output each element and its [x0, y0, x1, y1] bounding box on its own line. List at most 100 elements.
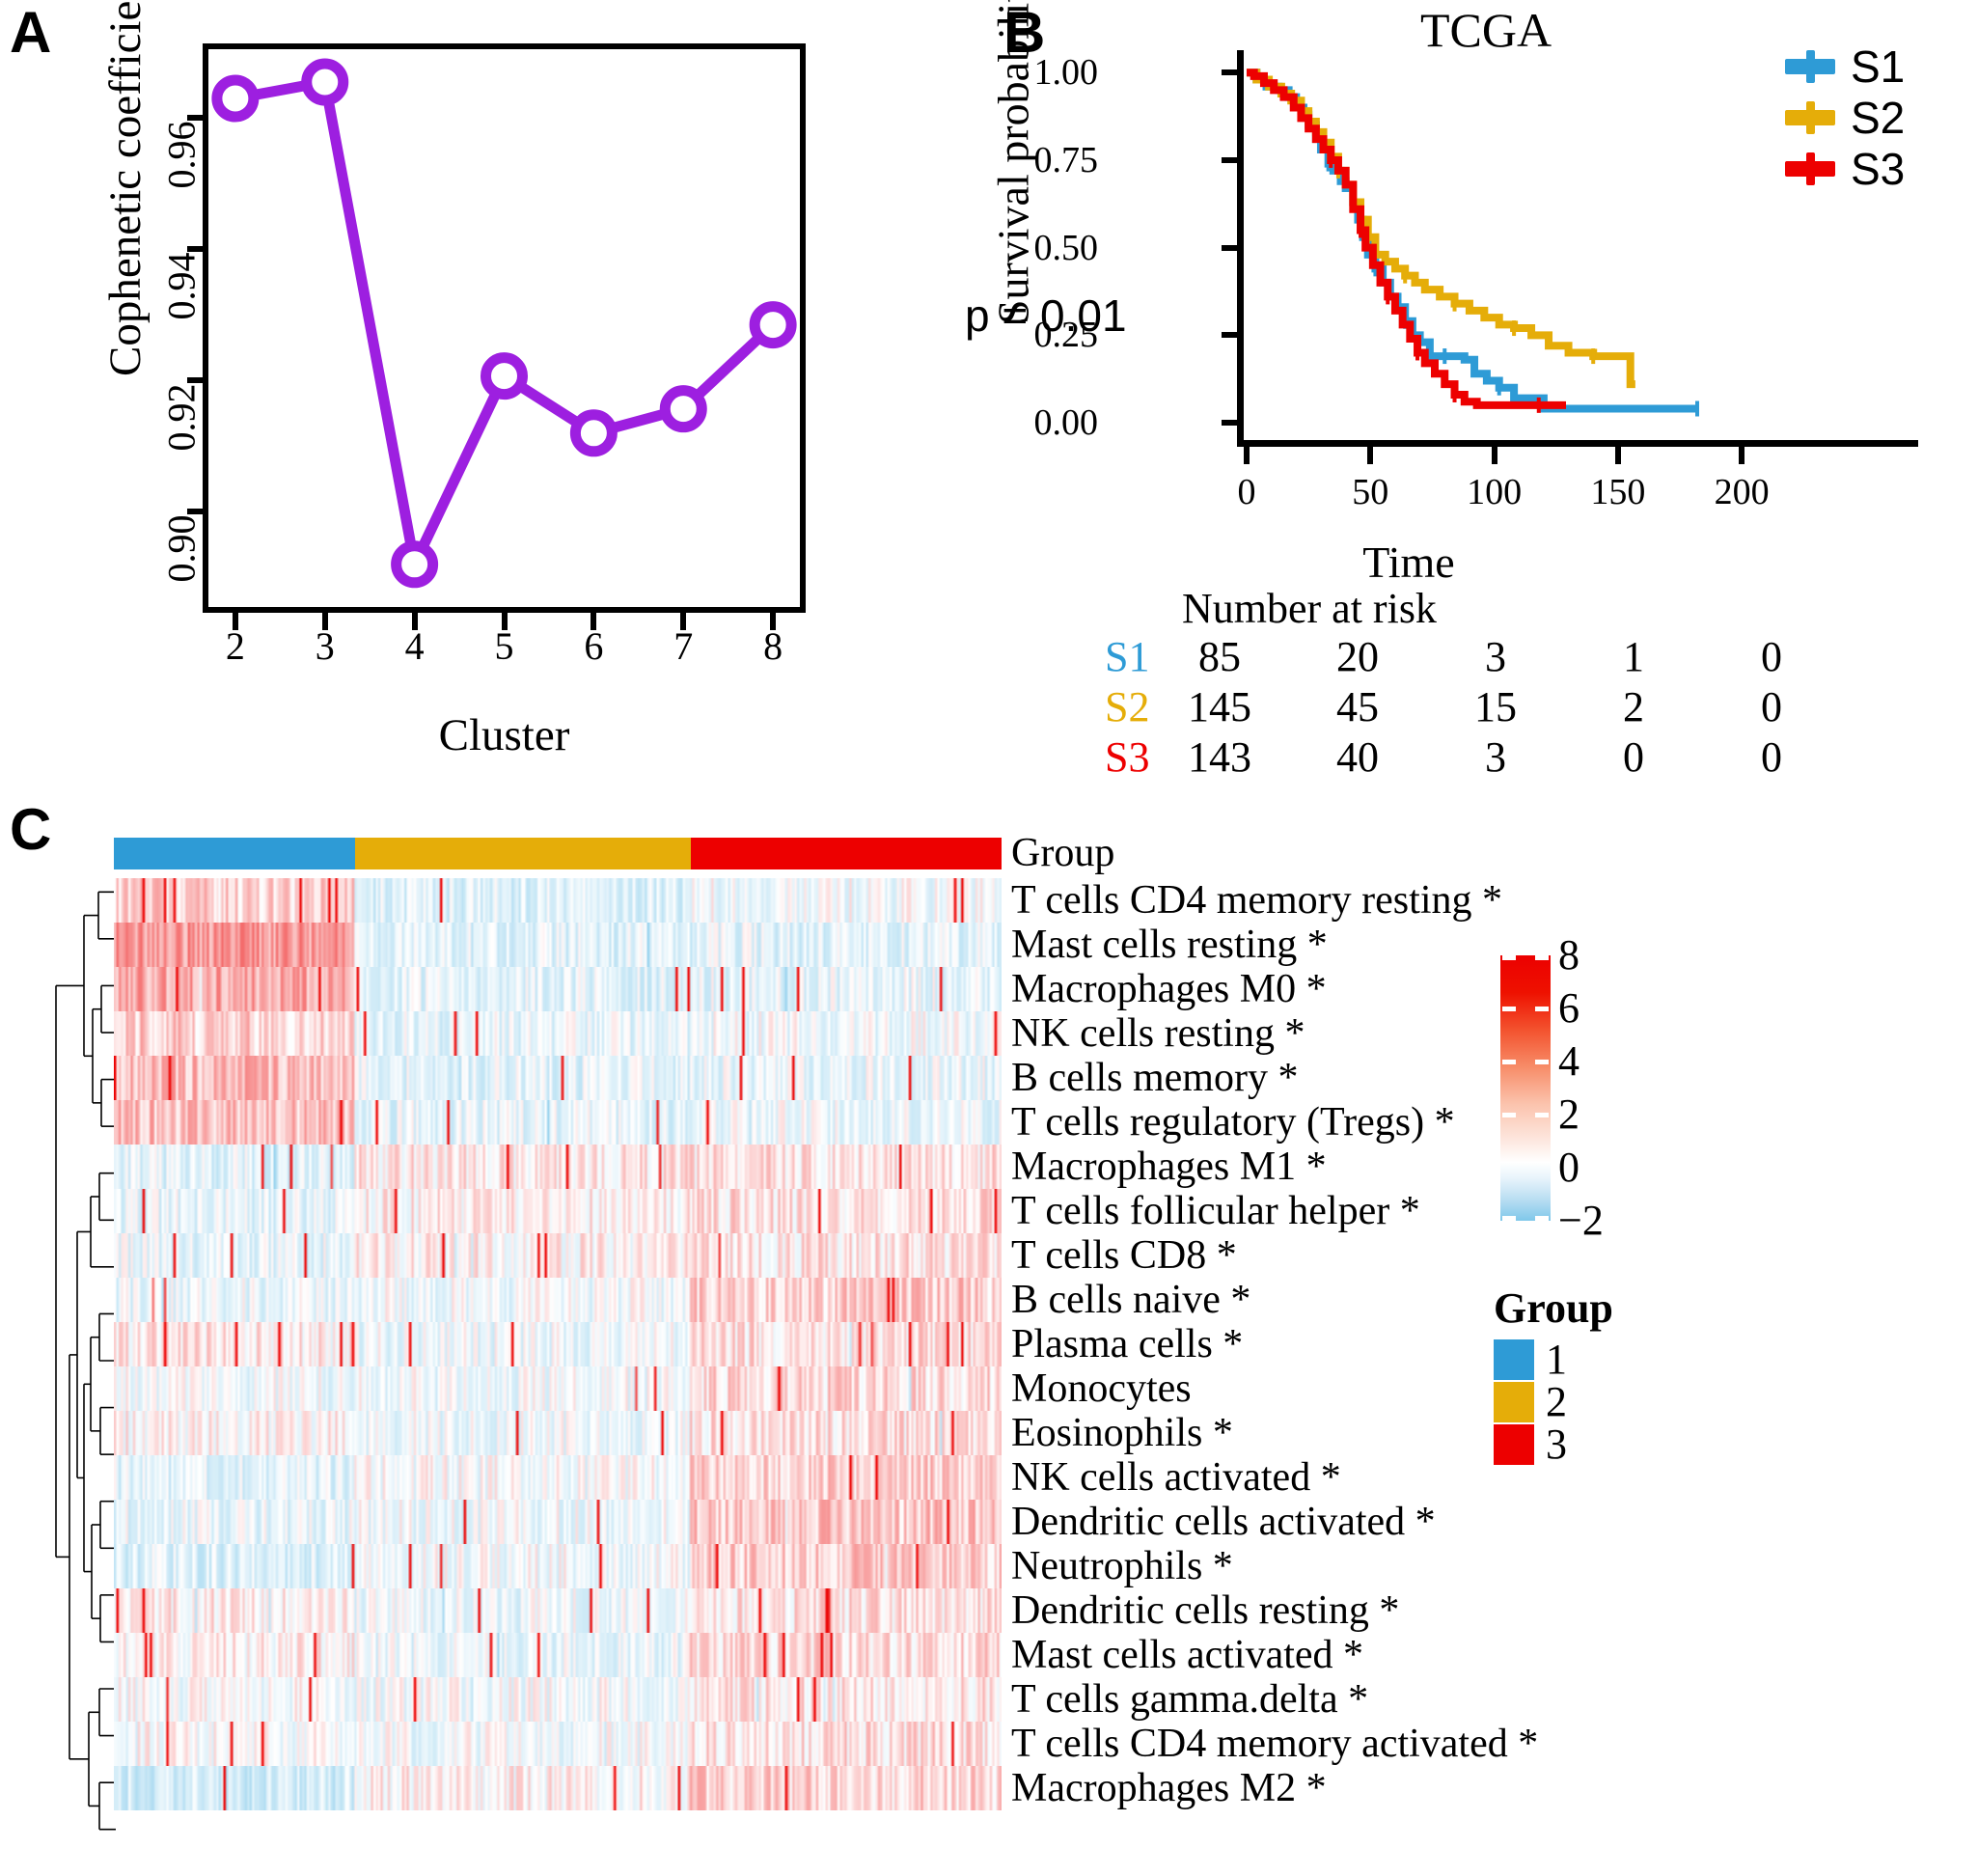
- colorbar-tick-label: 4: [1558, 1037, 1580, 1085]
- panel-b-x-tick-label: 0: [1237, 472, 1256, 512]
- panel-b-x-tick-mark: [1739, 447, 1745, 464]
- panel-a-data-point: [301, 58, 349, 106]
- heatmap-row-canvas: [114, 1233, 1002, 1278]
- heatmap-row: [114, 1722, 1002, 1766]
- group-legend-label: 3: [1546, 1421, 1567, 1468]
- heatmap-row-canvas: [114, 1766, 1002, 1810]
- risk-cell: 20: [1336, 633, 1379, 680]
- heatmap-row: [114, 1411, 1002, 1455]
- risk-cell: 40: [1336, 733, 1379, 781]
- panel-b-x-tick-mark: [1491, 447, 1497, 464]
- panel-c-letter: C: [10, 797, 52, 862]
- group-legend-title: Group: [1494, 1284, 1613, 1332]
- panel-b-plot-area: 0.00 0.25 0.50 0.75 1.00 0 50 100 150 200: [1034, 50, 1918, 512]
- heatmap-row: [114, 1588, 1002, 1633]
- panel-b-y-tick-mark: [1222, 332, 1238, 339]
- heatmap-row-label: T cells regulatory (Tregs) *: [1011, 1100, 1455, 1145]
- group-bar-segment-1: [114, 838, 356, 869]
- heatmap-row-label: Macrophages M0 *: [1011, 967, 1327, 1011]
- panel-a-cophenetic-plot: A Cophenetic coefficient Cluster 0.90 0.9…: [0, 0, 994, 801]
- heatmap-row-label: Dendritic cells activated *: [1011, 1500, 1436, 1544]
- group-legend-item: 3: [1494, 1423, 1613, 1466]
- heatmap-row: [114, 1455, 1002, 1500]
- panel-b-y-tick-label: 1.00: [1033, 52, 1099, 94]
- group-legend-label: 2: [1546, 1378, 1567, 1425]
- heatmap-row: [114, 1544, 1002, 1588]
- panel-b-survival-plot: B TCGA 0.00 0.25 0.50 0.75 1.00 0 50 100 150 200…: [965, 0, 1978, 811]
- panel-b-risk-table: S1 85 20 3 1 0 S2 145 45 15 2 0 S3 143 40 3 0 0: [1105, 632, 1848, 783]
- risk-table-row: S1 85 20 3 1 0: [1105, 632, 1848, 682]
- heatmap-row-canvas: [114, 1145, 1002, 1189]
- panel-a-data-point: [391, 540, 439, 589]
- heatmap-row: [114, 923, 1002, 967]
- heatmap-row-label: NK cells resting *: [1011, 1011, 1305, 1056]
- colorbar-tick-mark: [1535, 1113, 1549, 1117]
- colorbar-tick-label: 0: [1558, 1144, 1580, 1191]
- panel-b-y-tick-mark: [1222, 69, 1238, 76]
- heatmap-row-canvas: [114, 1455, 1002, 1500]
- heatmap-row: [114, 1145, 1002, 1189]
- legend-label: S1: [1851, 41, 1906, 92]
- heatmap-row-canvas: [114, 1722, 1002, 1766]
- group-legend-label: 1: [1546, 1336, 1567, 1383]
- group-legend-swatch: [1494, 1424, 1534, 1465]
- colorbar-tick: [1500, 955, 1551, 960]
- risk-cell: 0: [1761, 633, 1782, 680]
- heatmap-row-label: T cells gamma.delta *: [1011, 1677, 1369, 1722]
- risk-cell: 145: [1188, 683, 1251, 731]
- heatmap-row-canvas: [114, 878, 1002, 923]
- heatmap-row: [114, 1056, 1002, 1100]
- panel-b-x-tick-label: 200: [1714, 472, 1770, 512]
- risk-cell: 1: [1623, 633, 1644, 680]
- group-row-label: Group: [1011, 831, 1115, 875]
- colorbar-tick-mark: [1535, 955, 1549, 960]
- colorbar-tick-label: −2: [1558, 1197, 1604, 1244]
- legend-item-S3: S3: [1785, 143, 1905, 194]
- heatmap-row-canvas: [114, 1011, 1002, 1056]
- heatmap-row-canvas: [114, 1677, 1002, 1722]
- panel-a-data-point: [749, 301, 797, 349]
- panel-b-title: TCGA: [1419, 3, 1552, 57]
- panel-b-y-tick-mark: [1222, 420, 1238, 426]
- heatmap-row-label: Macrophages M1 *: [1011, 1145, 1327, 1189]
- risk-row-label-S2: S2: [1105, 683, 1150, 731]
- risk-cell: 2: [1623, 683, 1644, 731]
- group-bar-segment-3: [690, 838, 1002, 869]
- panel-a-line-segment: [695, 335, 762, 399]
- legend-item-S2: S2: [1785, 92, 1905, 143]
- panel-b-y-tick-label: 0.50: [1033, 227, 1099, 268]
- colorbar-tick-label: 2: [1558, 1090, 1580, 1138]
- colorbar-tick: [1500, 1216, 1551, 1221]
- heatmap-row-label: T cells CD4 memory activated *: [1011, 1722, 1539, 1766]
- legend-marker-icon: [1785, 100, 1835, 134]
- heatmap-row-canvas: [114, 1544, 1002, 1588]
- colorbar-tick-label: 8: [1558, 931, 1580, 979]
- heatmap-row-canvas: [114, 1056, 1002, 1100]
- heatmap-row-labels: Group T cells CD4 memory resting * Mast ce…: [1011, 831, 1552, 1810]
- heatmap-rows: [114, 878, 1002, 1810]
- risk-cell: 3: [1485, 633, 1506, 680]
- heatmap-row: [114, 1233, 1002, 1278]
- heatmap-row-label: Neutrophils *: [1011, 1544, 1233, 1588]
- heatmap-row-canvas: [114, 1322, 1002, 1366]
- panel-b-risk-table-title: Number at risk: [1182, 585, 1437, 632]
- colorbar-tick: [1500, 1166, 1551, 1171]
- panel-a-data-point: [211, 74, 260, 123]
- risk-row-label-S3: S3: [1105, 733, 1150, 781]
- heatmap-row-label: B cells memory *: [1011, 1056, 1299, 1100]
- heatmap-body: [114, 838, 1002, 1810]
- panel-b-y-tick-label: 0.00: [1033, 402, 1099, 443]
- panel-a-line-segment: [252, 80, 308, 100]
- panel-a-line-segment: [518, 383, 580, 427]
- heatmap-row: [114, 1633, 1002, 1677]
- risk-cell: 0: [1623, 733, 1644, 781]
- risk-cell: 15: [1474, 683, 1517, 731]
- heatmap-row-canvas: [114, 1500, 1002, 1544]
- panel-b-x-tick-mark: [1614, 447, 1621, 464]
- panel-b-x-tick-label: 100: [1467, 472, 1523, 512]
- panel-b-x-tick-label: 150: [1590, 472, 1646, 512]
- heatmap-row: [114, 1278, 1002, 1322]
- colorbar-tick-mark: [1535, 1060, 1549, 1064]
- panel-a-line-segment: [611, 409, 667, 433]
- group-legend-item: 1: [1494, 1338, 1613, 1381]
